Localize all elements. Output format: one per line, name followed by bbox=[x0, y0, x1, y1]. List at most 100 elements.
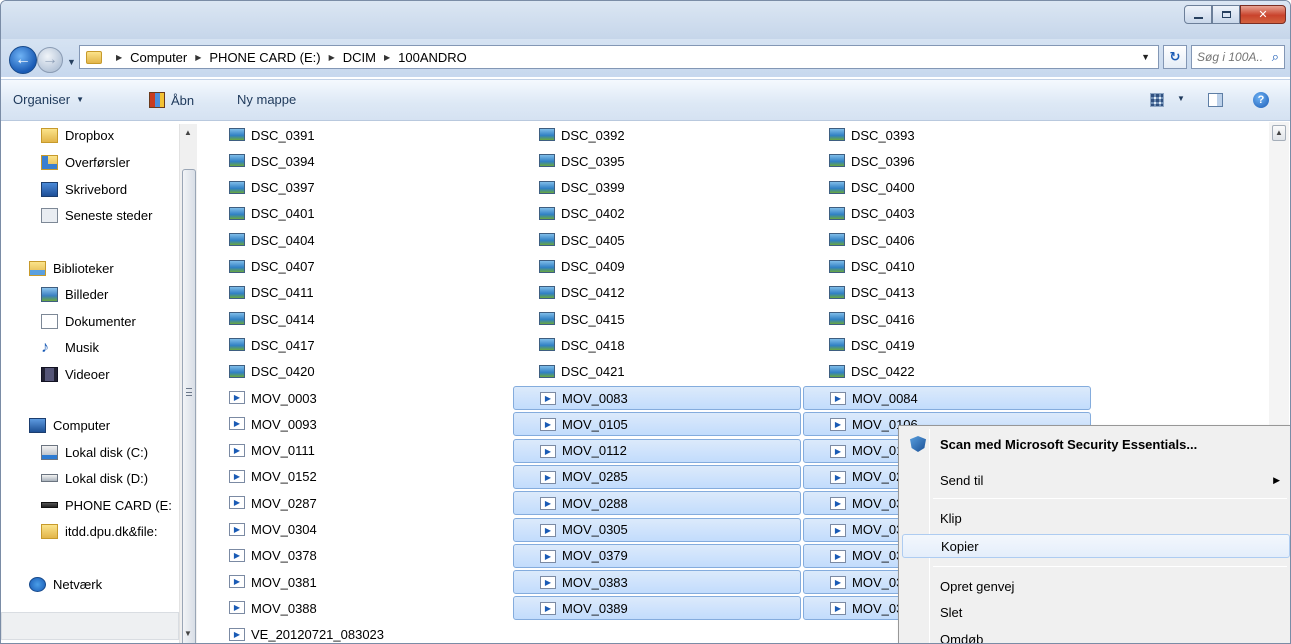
nav-item-libraries[interactable]: Biblioteker bbox=[29, 256, 114, 280]
file-item[interactable]: DSC_0412 bbox=[513, 281, 801, 305]
preview-pane-button[interactable] bbox=[1205, 90, 1225, 110]
file-item[interactable]: DSC_0396 bbox=[803, 149, 1091, 173]
file-item[interactable]: DSC_0415 bbox=[513, 307, 801, 331]
file-item[interactable]: ▶ MOV_0378 bbox=[203, 544, 491, 568]
file-item[interactable]: ▶ MOV_0285 bbox=[513, 464, 801, 489]
file-item[interactable]: DSC_0403 bbox=[803, 202, 1091, 226]
minimize-button[interactable] bbox=[1184, 5, 1212, 24]
new-folder-button[interactable]: Ny mappe bbox=[237, 92, 296, 107]
file-item[interactable]: DSC_0422 bbox=[803, 360, 1091, 384]
nav-item-desktop[interactable]: Skrivebord bbox=[41, 177, 127, 201]
nav-item-drive-1[interactable]: Lokal disk (D:) bbox=[41, 466, 148, 490]
breadcrumb-separator[interactable]: ▶ bbox=[108, 53, 130, 62]
file-item[interactable]: ▶ MOV_0381 bbox=[203, 570, 491, 594]
nav-item-downloads-folder[interactable]: Overførsler bbox=[41, 150, 130, 174]
nav-item-pictures[interactable]: Billeder bbox=[41, 282, 108, 306]
file-item[interactable]: DSC_0391 bbox=[203, 123, 491, 147]
file-item[interactable]: DSC_0419 bbox=[803, 333, 1091, 357]
file-item[interactable]: ▶ MOV_0379 bbox=[513, 543, 801, 568]
navigation-scrollbar[interactable]: ▲ ▼ bbox=[179, 124, 197, 643]
file-item[interactable]: ▶ MOV_0304 bbox=[203, 518, 491, 542]
file-item[interactable]: DSC_0402 bbox=[513, 202, 801, 226]
file-item[interactable]: ▶ MOV_0383 bbox=[513, 570, 801, 595]
file-item[interactable]: DSC_0411 bbox=[203, 281, 491, 305]
address-bar[interactable]: ▶ Computer ▶ PHONE CARD (E:) ▶ DCIM ▶ 100AN… bbox=[79, 45, 1159, 69]
breadcrumb-computer[interactable]: Computer ▶ bbox=[130, 50, 209, 65]
nav-item-dropbox-folder[interactable]: Dropbox bbox=[41, 123, 114, 147]
file-item[interactable]: ▶ MOV_0093 bbox=[203, 412, 491, 436]
menu-item-scan-med-microsoft-security-essentials[interactable]: Scan med Microsoft Security Essentials..… bbox=[902, 432, 1290, 456]
search-input[interactable] bbox=[1197, 50, 1263, 64]
nav-item-documents[interactable]: Dokumenter bbox=[41, 309, 136, 333]
nav-item-computer[interactable]: Computer bbox=[29, 413, 110, 437]
file-item[interactable]: DSC_0417 bbox=[203, 333, 491, 357]
file-item[interactable]: DSC_0413 bbox=[803, 281, 1091, 305]
file-item[interactable]: DSC_0401 bbox=[203, 202, 491, 226]
file-item[interactable]: ▶ MOV_0084 bbox=[803, 386, 1091, 410]
file-item[interactable]: ▶ MOV_0083 bbox=[513, 386, 801, 410]
recent-pages-dropdown[interactable]: ▼ bbox=[67, 57, 76, 67]
breadcrumb-phone-card[interactable]: PHONE CARD (E:) ▶ bbox=[209, 50, 342, 65]
forward-button[interactable]: → bbox=[37, 47, 63, 73]
file-item[interactable]: DSC_0420 bbox=[203, 360, 491, 384]
file-item[interactable]: DSC_0418 bbox=[513, 333, 801, 357]
file-item[interactable]: ▶ MOV_0111 bbox=[203, 439, 491, 463]
file-item[interactable]: DSC_0392 bbox=[513, 123, 801, 147]
menu-item-klip[interactable]: Klip bbox=[902, 506, 1290, 530]
scroll-down-icon[interactable]: ▼ bbox=[184, 629, 192, 638]
address-history-dropdown[interactable]: ▼ bbox=[1141, 52, 1150, 62]
scroll-up-icon[interactable]: ▲ bbox=[184, 128, 192, 137]
nav-item-recent-places[interactable]: Seneste steder bbox=[41, 203, 152, 227]
file-item[interactable]: ▶ MOV_0003 bbox=[203, 386, 491, 410]
file-item[interactable]: ▶ MOV_0389 bbox=[513, 596, 801, 621]
file-item[interactable]: DSC_0405 bbox=[513, 228, 801, 252]
scroll-up-button[interactable]: ▲ bbox=[1272, 125, 1286, 141]
file-item[interactable]: DSC_0399 bbox=[513, 176, 801, 200]
file-item[interactable]: DSC_0397 bbox=[203, 176, 491, 200]
file-item[interactable]: ▶ MOV_0388 bbox=[203, 596, 491, 620]
file-item[interactable]: ▶ MOV_0105 bbox=[513, 412, 801, 437]
view-dropdown[interactable]: ▼ bbox=[1171, 94, 1185, 103]
file-item[interactable]: ▶ MOV_0288 bbox=[513, 491, 801, 516]
file-item[interactable]: DSC_0395 bbox=[513, 149, 801, 173]
file-item[interactable]: DSC_0410 bbox=[803, 255, 1091, 279]
menu-item-omdøb[interactable]: Omdøb bbox=[902, 627, 1290, 644]
file-item[interactable]: ▶ MOV_0305 bbox=[513, 517, 801, 542]
file-item[interactable]: DSC_0404 bbox=[203, 228, 491, 252]
file-item[interactable]: ▶ MOV_0152 bbox=[203, 465, 491, 489]
nav-item-network[interactable]: Netværk bbox=[29, 572, 102, 596]
refresh-button[interactable]: ↻ bbox=[1163, 45, 1187, 69]
nav-item-videos[interactable]: Videoer bbox=[41, 362, 110, 386]
file-item[interactable]: ▶ MOV_0287 bbox=[203, 491, 491, 515]
menu-item-opret-genvej[interactable]: Opret genvej bbox=[902, 574, 1290, 598]
nav-item-drive-0[interactable]: Lokal disk (C:) bbox=[41, 440, 148, 464]
search-box[interactable]: ⌕ bbox=[1191, 45, 1285, 69]
organize-button[interactable]: Organiser ▼ bbox=[13, 92, 84, 107]
scroll-thumb[interactable] bbox=[182, 169, 196, 643]
nav-item-drive-3[interactable]: itdd.dpu.dk&file: bbox=[41, 519, 158, 543]
open-button[interactable]: Åbn bbox=[149, 92, 194, 108]
menu-item-slet[interactable]: Slet bbox=[902, 600, 1290, 624]
file-item[interactable]: ▶ VE_20120721_083023 bbox=[203, 623, 491, 643]
file-item[interactable]: DSC_0394 bbox=[203, 149, 491, 173]
help-button[interactable]: ? bbox=[1251, 90, 1271, 110]
nav-item-music[interactable]: ♪ Musik bbox=[41, 335, 99, 359]
close-button[interactable]: ✕ bbox=[1240, 5, 1286, 24]
file-item[interactable]: DSC_0400 bbox=[803, 176, 1091, 200]
file-item[interactable]: DSC_0409 bbox=[513, 255, 801, 279]
search-icon[interactable]: ⌕ bbox=[1272, 49, 1279, 65]
file-item[interactable]: DSC_0416 bbox=[803, 307, 1091, 331]
file-item[interactable]: DSC_0421 bbox=[513, 360, 801, 384]
menu-item-send-til[interactable]: Send til ▶ bbox=[902, 468, 1290, 492]
nav-item-drive-2[interactable]: PHONE CARD (E: bbox=[41, 493, 172, 517]
file-item[interactable]: ▶ MOV_0112 bbox=[513, 438, 801, 463]
file-item[interactable]: DSC_0414 bbox=[203, 307, 491, 331]
maximize-button[interactable] bbox=[1212, 5, 1240, 24]
file-item[interactable]: DSC_0407 bbox=[203, 255, 491, 279]
change-view-button[interactable] bbox=[1147, 90, 1167, 110]
breadcrumb-100andro[interactable]: 100ANDRO bbox=[398, 50, 467, 65]
breadcrumb-dcim[interactable]: DCIM ▶ bbox=[343, 50, 398, 65]
back-button[interactable]: ← bbox=[9, 46, 37, 74]
file-item[interactable]: DSC_0406 bbox=[803, 228, 1091, 252]
file-item[interactable]: DSC_0393 bbox=[803, 123, 1091, 147]
